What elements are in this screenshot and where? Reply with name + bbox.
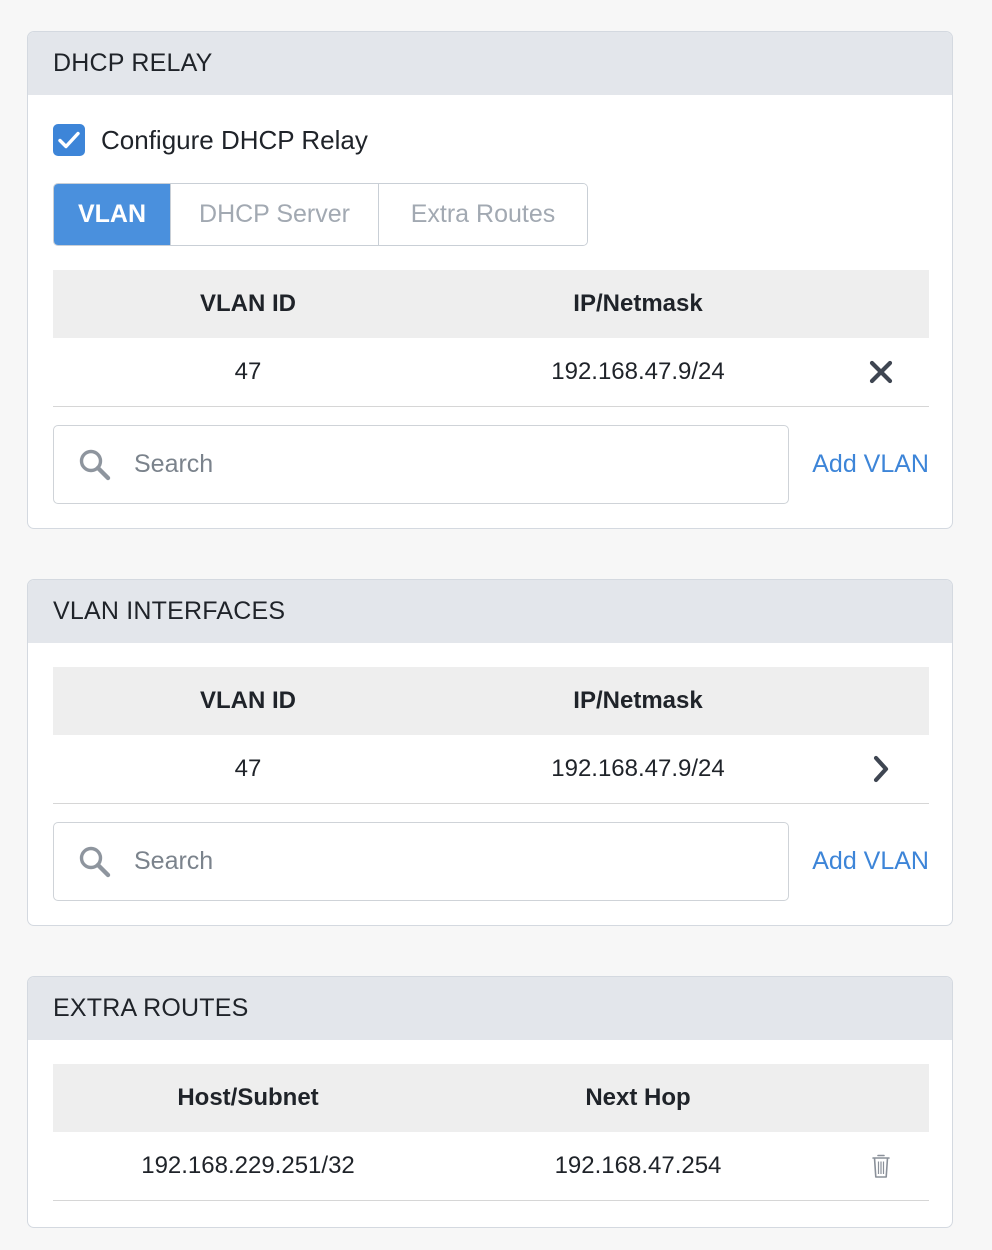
- next-hop-cell: 192.168.47.254: [554, 1152, 722, 1179]
- panel-title: EXTRA ROUTES: [28, 977, 952, 1040]
- host-subnet-cell: 192.168.229.251/32: [141, 1152, 355, 1179]
- table-header: VLAN ID IP/Netmask: [53, 270, 929, 338]
- close-icon: [869, 360, 893, 384]
- tab-vlan[interactable]: VLAN: [54, 184, 170, 245]
- vlan-table: VLAN ID IP/Netmask 47 192.168.47.9/24: [53, 270, 929, 407]
- table-row: 47 192.168.47.9/24: [53, 338, 929, 407]
- panel-title: VLAN INTERFACES: [28, 580, 952, 643]
- column-header-vlan-id: VLAN ID: [200, 687, 296, 714]
- table-row[interactable]: 47 192.168.47.9/24: [53, 735, 929, 804]
- vlan-id-cell: 47: [234, 755, 262, 782]
- chevron-right-icon: [873, 755, 889, 783]
- search-icon: [79, 449, 111, 480]
- checkmark-icon: [58, 131, 80, 149]
- dhcp-relay-panel: DHCP RELAY Configure DHCP Relay VLAN DHC…: [27, 31, 953, 529]
- search-row: Add VLAN: [53, 822, 929, 901]
- vlan-interfaces-table: VLAN ID IP/Netmask 47 192.168.47.9/24: [53, 667, 929, 804]
- vlan-interfaces-panel: VLAN INTERFACES VLAN ID IP/Netmask 47 19…: [27, 579, 953, 926]
- column-header-next-hop: Next Hop: [585, 1084, 691, 1111]
- delete-row-button[interactable]: [833, 1153, 929, 1179]
- dhcp-relay-tabs: VLAN DHCP Server Extra Routes: [53, 183, 588, 246]
- add-vlan-link[interactable]: Add VLAN: [812, 847, 929, 876]
- search-box[interactable]: [53, 822, 789, 901]
- trash-icon: [872, 1154, 890, 1178]
- table-header: VLAN ID IP/Netmask: [53, 667, 929, 735]
- ip-netmask-cell: 192.168.47.9/24: [551, 358, 725, 385]
- search-icon: [79, 846, 111, 877]
- configure-dhcp-relay-checkbox[interactable]: [53, 124, 85, 156]
- column-header-ip-netmask: IP/Netmask: [573, 687, 703, 714]
- table-row: 192.168.229.251/32 192.168.47.254: [53, 1132, 929, 1201]
- search-box[interactable]: [53, 425, 789, 504]
- search-row: Add VLAN: [53, 425, 929, 504]
- add-vlan-link[interactable]: Add VLAN: [812, 450, 929, 479]
- extra-routes-panel: EXTRA ROUTES Host/Subnet Next Hop 192.16…: [27, 976, 953, 1228]
- extra-routes-table: Host/Subnet Next Hop 192.168.229.251/32 …: [53, 1064, 929, 1201]
- search-input[interactable]: [134, 450, 734, 479]
- tab-extra-routes[interactable]: Extra Routes: [378, 184, 587, 245]
- column-header-ip-netmask: IP/Netmask: [573, 290, 703, 317]
- tab-dhcp-server[interactable]: DHCP Server: [170, 184, 378, 245]
- column-header-vlan-id: VLAN ID: [200, 290, 296, 317]
- vlan-id-cell: 47: [234, 358, 262, 385]
- search-input[interactable]: [134, 847, 734, 876]
- configure-dhcp-relay-row[interactable]: Configure DHCP Relay: [53, 124, 368, 156]
- checkbox-label: Configure DHCP Relay: [101, 124, 368, 155]
- remove-row-button[interactable]: [833, 360, 929, 384]
- table-header: Host/Subnet Next Hop: [53, 1064, 929, 1132]
- panel-title: DHCP RELAY: [28, 32, 952, 95]
- ip-netmask-cell: 192.168.47.9/24: [551, 755, 725, 782]
- column-header-host-subnet: Host/Subnet: [177, 1084, 319, 1111]
- open-row-button[interactable]: [833, 755, 929, 783]
